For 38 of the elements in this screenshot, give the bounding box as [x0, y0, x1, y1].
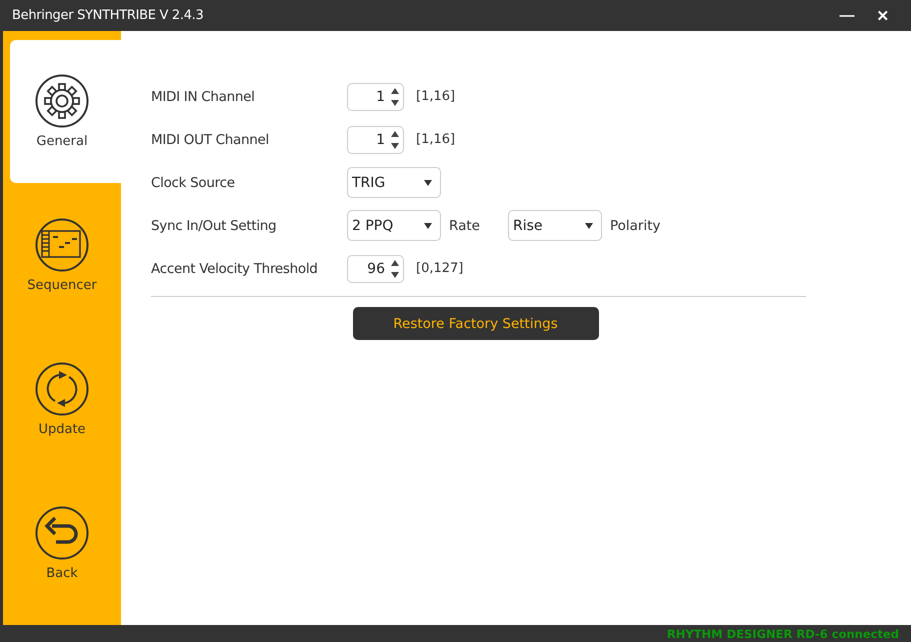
range-text: [0,127] — [416, 261, 464, 276]
sidebar-label: Sequencer — [27, 278, 97, 293]
gear-icon — [35, 74, 89, 128]
sequencer-icon — [35, 218, 89, 272]
setting-label: Clock Source — [151, 174, 236, 190]
dropdown[interactable]: TRIG — [347, 167, 441, 198]
refresh-icon — [35, 362, 89, 416]
minimize-button[interactable]: — — [829, 2, 865, 30]
number-spinbox[interactable]: 1 — [347, 126, 404, 154]
polarity-label: Polarity — [610, 218, 660, 234]
number-spinbox[interactable]: 96 — [347, 254, 404, 282]
sidebar-item[interactable]: Update — [10, 328, 121, 471]
sidebar-item[interactable]: General — [10, 40, 121, 183]
setting-label: Sync In/Out Setting — [151, 218, 278, 234]
caret-icon — [424, 180, 432, 186]
spin-arrows-icon[interactable] — [391, 260, 399, 278]
connection-status: RHYTHM DESIGNER RD-6 connected — [666, 626, 899, 640]
setting-label: MIDI IN Channel — [151, 88, 256, 104]
rate-label: Rate — [449, 218, 480, 234]
sidebar-label: General — [36, 134, 88, 149]
window-title: Behringer SYNTHTRIBE V 2.4.3 — [12, 8, 204, 23]
setting-label: Accent Velocity Threshold — [151, 260, 319, 276]
caret-icon — [584, 222, 593, 228]
range-text: [1,16] — [416, 89, 456, 104]
sidebar-item[interactable]: Sequencer — [10, 184, 121, 327]
rate-dropdown[interactable]: 2 PPQ — [347, 210, 441, 241]
spin-arrows-icon[interactable] — [391, 130, 399, 148]
number-spinbox[interactable]: 1 — [347, 82, 404, 110]
setting-label: MIDI OUT Channel — [151, 132, 270, 148]
sidebar-label: Update — [38, 422, 86, 437]
sidebar-item[interactable]: Back — [10, 472, 121, 615]
caret-icon — [424, 222, 432, 228]
range-text: [1,16] — [416, 132, 456, 147]
sidebar-label: Back — [46, 566, 78, 581]
spin-arrows-icon[interactable] — [391, 88, 399, 106]
restore-factory-button[interactable]: Restore Factory Settings — [352, 307, 598, 340]
close-button[interactable]: ✕ — [865, 2, 901, 30]
polarity-dropdown[interactable]: Rise — [508, 210, 602, 241]
